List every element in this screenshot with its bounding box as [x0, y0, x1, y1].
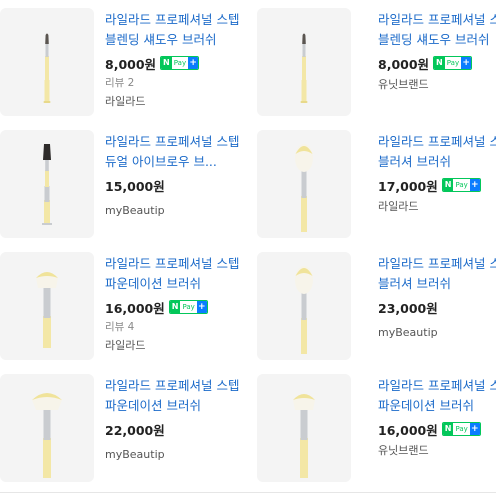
seller-name[interactable]: myBeautip: [105, 203, 250, 219]
naver-pay-badge: N Pay +: [168, 300, 208, 314]
product-card[interactable]: 라일라드 프로페셔널 스텝 파운데이션 브러쉬 22,000원 myBeauti…: [0, 366, 250, 482]
product-card[interactable]: 라일라드 프로페셔널 스텝 듀얼 아이브로우 브... 15,000원 myBe…: [0, 122, 250, 238]
product-title[interactable]: 라일라드 프로페셔널 스텝 블러셔 브러쉬: [378, 132, 496, 172]
product-price: 17,000원: [378, 178, 438, 194]
product-title[interactable]: 라일라드 프로페셔널 스텝 블렌딩 섀도우 브러쉬: [105, 10, 250, 50]
pay-label: Pay: [455, 181, 468, 189]
product-thumbnail[interactable]: [0, 8, 94, 116]
seller-name[interactable]: 유닛브랜드: [378, 443, 496, 459]
product-thumbnail[interactable]: [0, 252, 94, 360]
product-price: 16,000원: [378, 422, 438, 438]
product-price: 16,000원: [105, 300, 165, 316]
product-thumbnail[interactable]: [0, 374, 94, 482]
plus-icon: +: [469, 179, 480, 191]
seller-name[interactable]: 라일라드: [105, 94, 250, 110]
naver-pay-badge: N Pay +: [441, 178, 481, 192]
product-card[interactable]: 라일라드 프로페셔널 스텝 파운데이션 브러쉬 16,000원 NPay+ 유닛…: [257, 366, 496, 482]
product-price: 8,000원: [378, 56, 430, 72]
dual-eyebrow-brush-image: [42, 144, 52, 225]
product-title[interactable]: 라일라드 프로페셔널 스텝 블렌딩 섀도우 브러쉬: [378, 10, 496, 50]
product-card[interactable]: 라일라드 프로페셔널 스텝 블러셔 브러쉬 23,000원 myBeautip: [257, 244, 496, 360]
seller-name[interactable]: myBeautip: [378, 325, 496, 341]
pay-label: Pay: [182, 303, 195, 311]
naver-n-icon: N: [169, 301, 181, 313]
product-price: 8,000원: [105, 56, 157, 72]
product-title[interactable]: 라일라드 프로페셔널 스텝 파운데이션 브러쉬: [105, 376, 250, 416]
product-thumbnail[interactable]: [0, 130, 94, 238]
plus-icon: +: [461, 57, 472, 69]
naver-n-icon: N: [434, 57, 445, 69]
product-title[interactable]: 라일라드 프로페셔널 스텝 듀얼 아이브로우 브...: [105, 132, 250, 172]
product-title[interactable]: 라일라드 프로페셔널 스텝 파운데이션 브러쉬: [105, 254, 250, 294]
plus-icon: +: [469, 423, 480, 435]
naver-n-icon: N: [442, 179, 454, 191]
product-price: 15,000원: [105, 178, 165, 194]
foundation-brush-image: [36, 272, 58, 348]
blending-shadow-brush-image: [43, 33, 51, 103]
naver-pay-badge: N Pay +: [433, 56, 473, 70]
pay-label: Pay: [173, 59, 187, 67]
plus-icon: +: [188, 57, 199, 69]
product-thumbnail[interactable]: [257, 8, 351, 116]
product-card[interactable]: 라일라드 프로페셔널 스텝 파운데이션 브러쉬 16,000원 N Pay + 리뷰…: [0, 244, 250, 360]
naver-pay-badge: N Pay +: [160, 56, 200, 70]
product-price: 22,000원: [105, 422, 165, 438]
product-card[interactable]: 라일라드 프로페셔널 스텝 블러셔 브러쉬 17,000원 NPay+ 라일라드: [257, 122, 496, 238]
blusher-brush-image: [295, 266, 313, 354]
product-thumbnail[interactable]: [257, 374, 351, 482]
pay-label: Pay: [446, 59, 460, 67]
product-title[interactable]: 라일라드 프로페셔널 스텝 파운데이션 브러쉬: [378, 376, 496, 416]
product-card[interactable]: 라일라드 프로페셔널 스텝 블렌딩 섀도우 브러쉬 8,000원 NPay+ 유…: [257, 0, 496, 116]
naver-n-icon: N: [161, 57, 172, 69]
naver-n-icon: N: [442, 423, 454, 435]
seller-name[interactable]: myBeautip: [105, 447, 250, 463]
seller-name[interactable]: 라일라드: [378, 199, 496, 215]
foundation-brush-image: [293, 394, 315, 478]
seller-name[interactable]: 유닛브랜드: [378, 77, 496, 93]
product-thumbnail[interactable]: [257, 130, 351, 238]
blusher-brush-image: [295, 144, 313, 232]
foundation-brush-image: [32, 393, 62, 478]
plus-icon: +: [196, 301, 207, 313]
product-thumbnail[interactable]: [257, 252, 351, 360]
seller-name[interactable]: 라일라드: [105, 338, 250, 354]
review-count[interactable]: 리뷰 4: [105, 320, 250, 334]
product-card[interactable]: 라일라드 프로페셔널 스텝 블렌딩 섀도우 브러쉬 8,000원 N Pay + 리…: [0, 0, 250, 116]
section-divider: [0, 492, 496, 493]
pay-label: Pay: [455, 425, 468, 433]
blending-shadow-brush-image: [300, 33, 308, 103]
naver-pay-badge: N Pay +: [441, 422, 481, 436]
review-count[interactable]: 리뷰 2: [105, 76, 250, 90]
product-price: 23,000원: [378, 300, 438, 316]
product-title[interactable]: 라일라드 프로페셔널 스텝 블러셔 브러쉬: [378, 254, 496, 294]
